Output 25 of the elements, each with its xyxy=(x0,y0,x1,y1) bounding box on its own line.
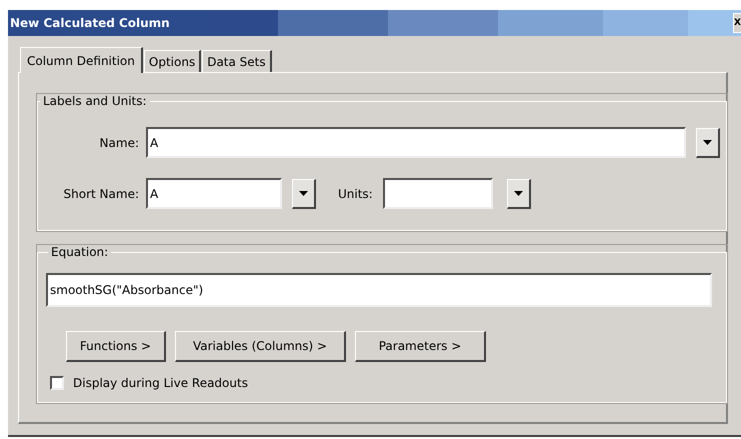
close-button[interactable]: X xyxy=(733,13,741,33)
window-title: New Calculated Column xyxy=(9,16,170,30)
caret-icon xyxy=(514,190,523,196)
caret-icon xyxy=(299,190,308,196)
field-label: Short Name: xyxy=(62,186,140,200)
dropdown-button[interactable] xyxy=(506,178,531,208)
group-title: Equation: xyxy=(50,245,110,259)
dropdown-button[interactable] xyxy=(292,178,316,208)
tab[interactable]: Column Definition xyxy=(20,47,143,73)
menu-button[interactable]: Variables (Columns) > xyxy=(175,331,346,362)
tab[interactable]: Data Sets xyxy=(202,50,272,72)
checkbox[interactable] xyxy=(50,376,64,390)
field-label: Name: xyxy=(98,136,140,150)
units-field[interactable] xyxy=(382,178,493,209)
checkbox-label: Display during Live Readouts xyxy=(73,376,248,390)
menu-button[interactable]: Parameters > xyxy=(355,331,486,362)
field-label: Units: xyxy=(338,186,373,200)
tab[interactable]: Options xyxy=(144,50,202,72)
menu-button[interactable]: Functions > xyxy=(66,331,166,362)
name-field[interactable]: A xyxy=(146,127,686,158)
short-name-field[interactable]: A xyxy=(146,178,282,209)
dropdown-button[interactable] xyxy=(696,128,720,158)
equation-field[interactable]: smoothSG("Absorbance") xyxy=(46,273,712,307)
group-title: Labels and Units: xyxy=(42,94,148,108)
caret-icon xyxy=(703,140,712,144)
